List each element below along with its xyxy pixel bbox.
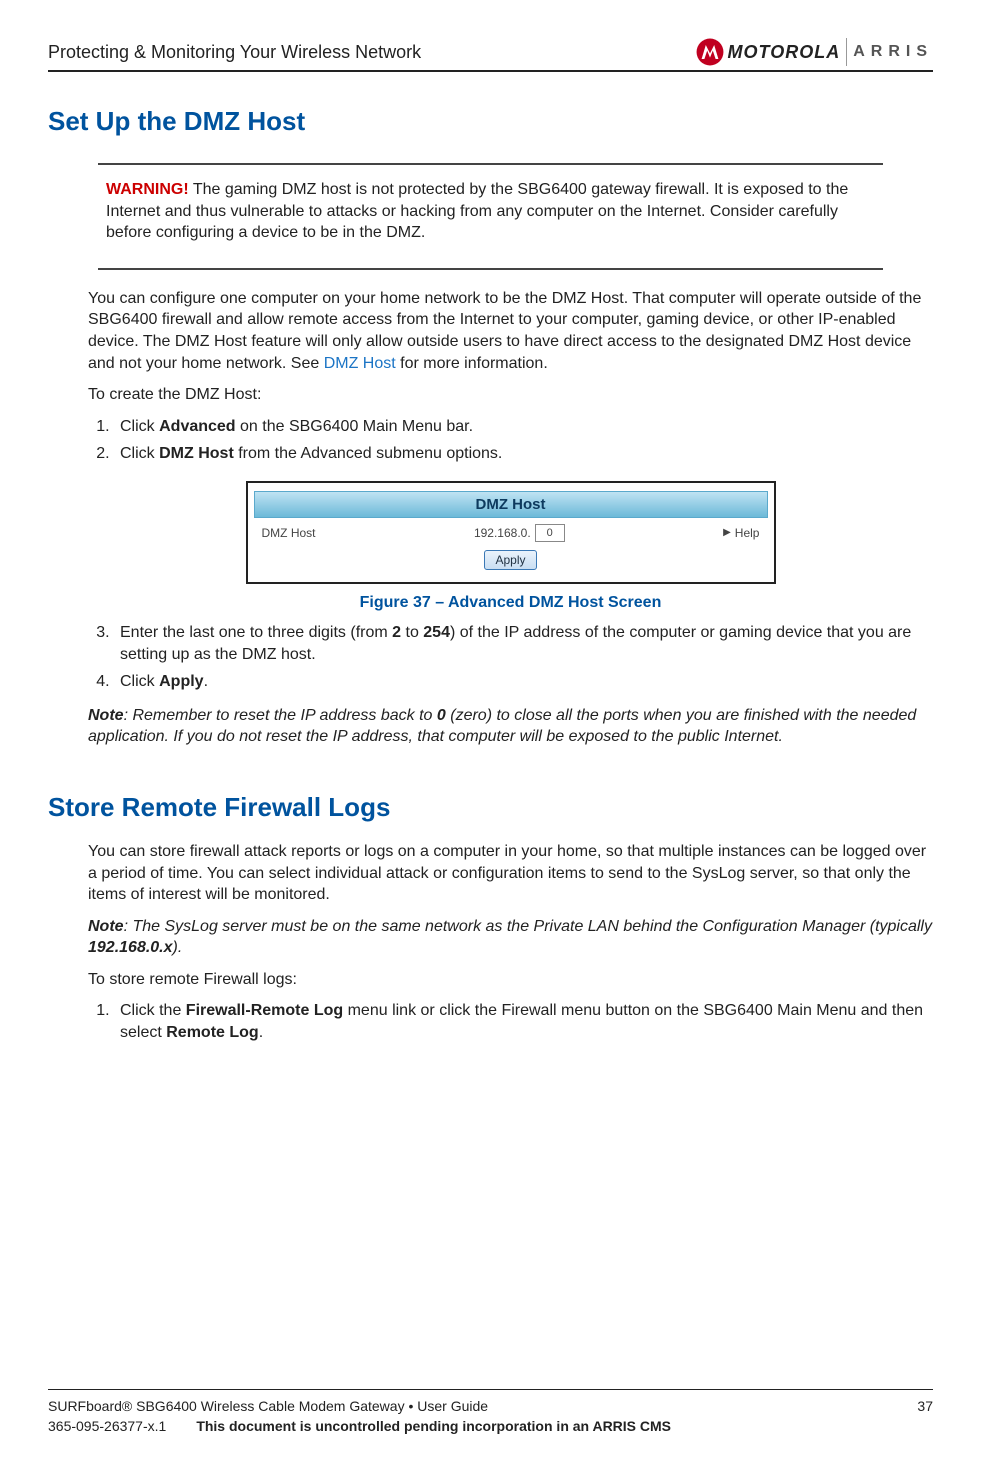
dmz-screenshot: DMZ Host DMZ Host 192.168.0. 0 ▶ Help Ap… <box>246 481 776 584</box>
dmz-ip-group: 192.168.0. 0 <box>474 524 565 542</box>
brand-logos: MOTOROLA ARRIS <box>696 38 933 66</box>
dmz-step-3: Enter the last one to three digits (from… <box>114 622 933 665</box>
create-dmz-intro: To create the DMZ Host: <box>88 384 933 406</box>
motorola-icon <box>696 38 724 66</box>
dmz-steps-2: Enter the last one to three digits (from… <box>88 622 933 693</box>
dmz-host-link[interactable]: DMZ Host <box>324 355 396 372</box>
dmz-row-label: DMZ Host <box>262 526 316 540</box>
logs-step-1: Click the Firewall-Remote Log menu link … <box>114 1000 933 1043</box>
page-header: Protecting & Monitoring Your Wireless Ne… <box>48 38 933 72</box>
apply-button[interactable]: Apply <box>484 550 536 570</box>
footer-product: SURFboard® SBG6400 Wireless Cable Modem … <box>48 1398 488 1414</box>
footer-doc-id: 365-095-26377-x.1 <box>48 1418 166 1434</box>
logs-note: Note: The SysLog server must be on the s… <box>88 916 933 959</box>
dmz-ip-input[interactable]: 0 <box>535 524 565 542</box>
footer-status: This document is uncontrolled pending in… <box>196 1418 671 1434</box>
logo-divider <box>846 38 847 66</box>
logs-steps: Click the Firewall-Remote Log menu link … <box>88 1000 933 1043</box>
page-footer: SURFboard® SBG6400 Wireless Cable Modem … <box>48 1389 933 1434</box>
arris-logo: ARRIS <box>853 43 933 61</box>
warning-text: WARNING! The gaming DMZ host is not prot… <box>106 179 875 244</box>
header-title: Protecting & Monitoring Your Wireless Ne… <box>48 42 421 63</box>
dmz-note: Note: Remember to reset the IP address b… <box>88 705 933 748</box>
dmz-step-2: Click DMZ Host from the Advanced submenu… <box>114 443 933 465</box>
dmz-intro: You can configure one computer on your h… <box>88 288 933 374</box>
figure-caption: Figure 37 – Advanced DMZ Host Screen <box>88 594 933 612</box>
section-heading-dmz: Set Up the DMZ Host <box>48 106 933 137</box>
warning-label: WARNING! <box>106 181 189 198</box>
chevron-right-icon: ▶ <box>723 527 731 538</box>
warning-box: WARNING! The gaming DMZ host is not prot… <box>98 163 883 270</box>
dmz-step-4: Click Apply. <box>114 671 933 693</box>
dmz-steps-1: Click Advanced on the SBG6400 Main Menu … <box>88 416 933 465</box>
motorola-text: MOTOROLA <box>728 42 841 63</box>
dmz-panel-title: DMZ Host <box>254 491 768 518</box>
footer-page-number: 37 <box>917 1398 933 1414</box>
section-heading-logs: Store Remote Firewall Logs <box>48 792 933 823</box>
figure-37: DMZ Host DMZ Host 192.168.0. 0 ▶ Help Ap… <box>88 481 933 612</box>
store-intro: To store remote Firewall logs: <box>88 969 933 991</box>
motorola-logo: MOTOROLA <box>696 38 841 66</box>
logs-intro: You can store firewall attack reports or… <box>88 841 933 906</box>
dmz-step-1: Click Advanced on the SBG6400 Main Menu … <box>114 416 933 438</box>
dmz-help-link[interactable]: ▶ Help <box>723 526 759 540</box>
dmz-ip-prefix: 192.168.0. <box>474 526 531 540</box>
dmz-row: DMZ Host 192.168.0. 0 ▶ Help <box>254 522 768 544</box>
